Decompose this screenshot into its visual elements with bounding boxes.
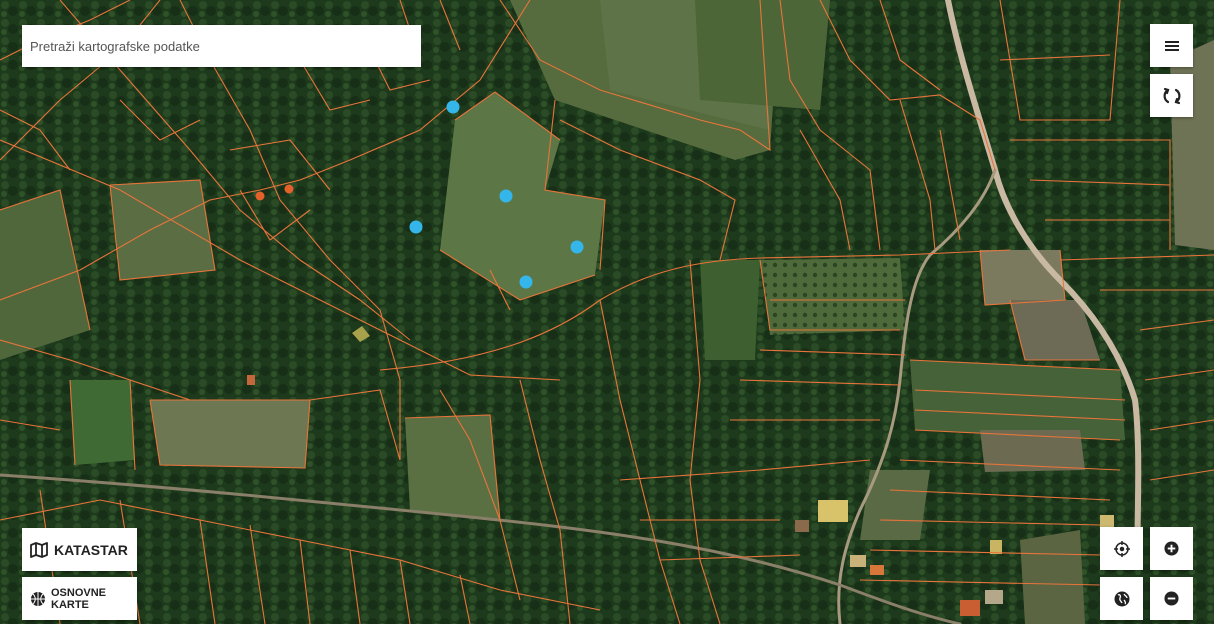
poi-marker — [570, 240, 584, 254]
katastar-label: KATASTAR — [54, 541, 128, 558]
refresh-button[interactable] — [1150, 74, 1193, 117]
crosshair-icon — [1113, 540, 1130, 557]
poi-marker — [446, 100, 460, 114]
poi-marker — [499, 189, 513, 203]
globe-icon — [1114, 591, 1130, 607]
poi-marker — [409, 220, 423, 234]
basketball-globe-icon — [30, 591, 46, 607]
zoom-in-button[interactable] — [1150, 527, 1193, 570]
satellite-map[interactable] — [0, 0, 1214, 624]
search-input[interactable] — [22, 25, 421, 67]
poi-marker — [519, 275, 533, 289]
menu-button[interactable] — [1150, 24, 1193, 67]
zoom-out-button[interactable] — [1150, 577, 1193, 620]
map-icon — [30, 541, 48, 558]
hamburger-menu-icon — [1164, 40, 1179, 52]
search-box — [22, 25, 421, 67]
osnovne-karte-label: OSNOVNE KARTE — [51, 586, 107, 611]
poi-marker — [284, 184, 294, 194]
osnovne-karte-layer-button[interactable]: OSNOVNE KARTE — [22, 577, 137, 620]
sync-icon — [1162, 86, 1182, 106]
locate-button[interactable] — [1100, 527, 1143, 570]
globe-button[interactable] — [1100, 577, 1143, 620]
minus-icon — [1164, 591, 1179, 606]
poi-marker — [255, 191, 265, 201]
katastar-layer-button[interactable]: KATASTAR — [22, 528, 137, 571]
plus-icon — [1164, 541, 1179, 556]
